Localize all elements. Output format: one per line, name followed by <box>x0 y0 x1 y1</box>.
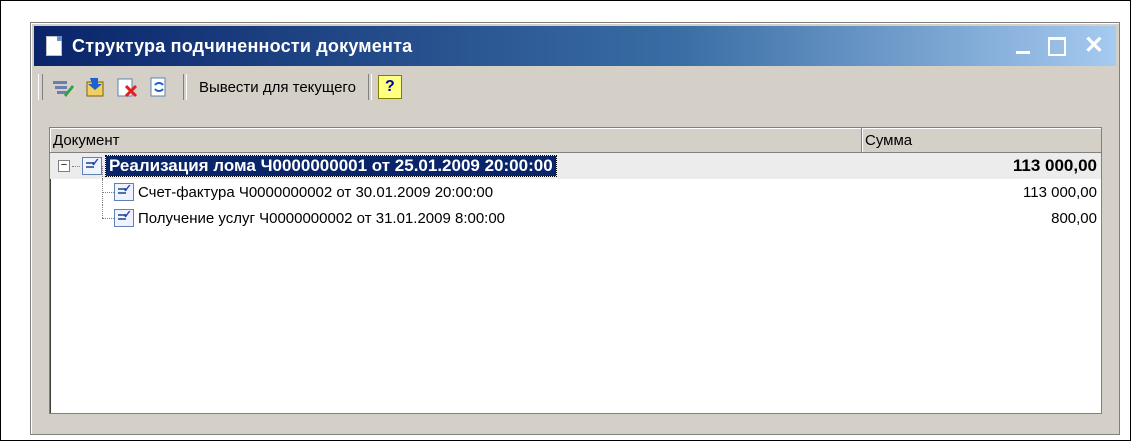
column-header-sum[interactable]: Сумма <box>862 128 1101 152</box>
collapse-toggle[interactable]: − <box>58 160 70 172</box>
table-header: Документ Сумма <box>50 128 1101 153</box>
indent: ✓ Получение услуг Ч0000000002 от 31.01.2… <box>114 209 505 227</box>
tree-line <box>102 166 103 179</box>
delete-mark-button[interactable] <box>113 73 141 101</box>
tree-connector <box>102 218 114 219</box>
toolbar-separator <box>183 74 187 100</box>
document-cell: − ✓ Реализация лома Ч0000000001 от 25.01… <box>50 153 862 179</box>
tree-connector <box>72 165 80 167</box>
toolbar-grip[interactable] <box>38 74 43 100</box>
document-posted-icon: ✓ <box>114 209 134 227</box>
document-posted-icon: ✓ <box>82 157 102 175</box>
toolbar-separator <box>367 74 372 100</box>
help-button[interactable]: ? <box>377 75 402 99</box>
indent: ✓ Счет-фактура Ч0000000002 от 30.01.2009… <box>114 183 493 201</box>
sum-cell: 800,00 <box>1051 209 1097 227</box>
table-row[interactable]: ✓ Счет-фактура Ч0000000002 от 30.01.2009… <box>50 179 1101 205</box>
close-button[interactable]: ✕ <box>1084 34 1104 58</box>
document-cell: ✓ Счет-фактура Ч0000000002 от 30.01.2009… <box>50 179 862 205</box>
window-title: Структура подчиненности документа <box>72 35 413 56</box>
document-structure-window: Структура подчиненности документа ✕ Выве… <box>30 22 1120 435</box>
tree-connector <box>102 192 114 193</box>
maximize-button[interactable] <box>1047 36 1066 56</box>
refresh-icon <box>150 77 166 97</box>
refresh-button[interactable] <box>145 73 173 101</box>
tree-line <box>102 205 103 218</box>
document-posted-icon: ✓ <box>114 183 134 201</box>
table-row[interactable]: − ✓ Реализация лома Ч0000000001 от 25.01… <box>50 153 1101 179</box>
document-cell: ✓ Получение услуг Ч0000000002 от 31.01.2… <box>50 205 862 231</box>
window-controls: ✕ <box>1015 34 1104 58</box>
document-label: Реализация лома Ч0000000001 от 25.01.200… <box>105 155 557 177</box>
document-label: Счет-фактура Ч0000000002 от 30.01.2009 2… <box>138 183 494 201</box>
sum-cell: 113 000,00 <box>1023 183 1097 201</box>
minimize-button[interactable] <box>1015 50 1030 54</box>
edit-tree-button[interactable] <box>49 73 77 101</box>
output-current-button[interactable]: Вывести для текущего <box>193 79 362 96</box>
delete-mark-icon <box>117 78 138 98</box>
document-label: Получение услуг Ч0000000002 от 31.01.200… <box>138 209 506 227</box>
edit-tree-icon <box>53 81 74 97</box>
open-document-icon <box>86 78 104 97</box>
toolbar: Вывести для текущего ? <box>34 69 1116 105</box>
document-tree-table[interactable]: Документ Сумма − ✓ Реализация лома Ч0000… <box>49 127 1102 414</box>
title-bar[interactable]: Структура подчиненности документа ✕ <box>34 26 1116 66</box>
outer-frame: Структура подчиненности документа ✕ Выве… <box>0 0 1131 441</box>
document-icon <box>46 36 62 56</box>
open-document-button[interactable] <box>81 73 109 101</box>
sum-cell: 113 000,00 <box>1012 156 1097 175</box>
column-header-document[interactable]: Документ <box>50 128 862 152</box>
table-row[interactable]: ✓ Получение услуг Ч0000000002 от 31.01.2… <box>50 205 1101 231</box>
